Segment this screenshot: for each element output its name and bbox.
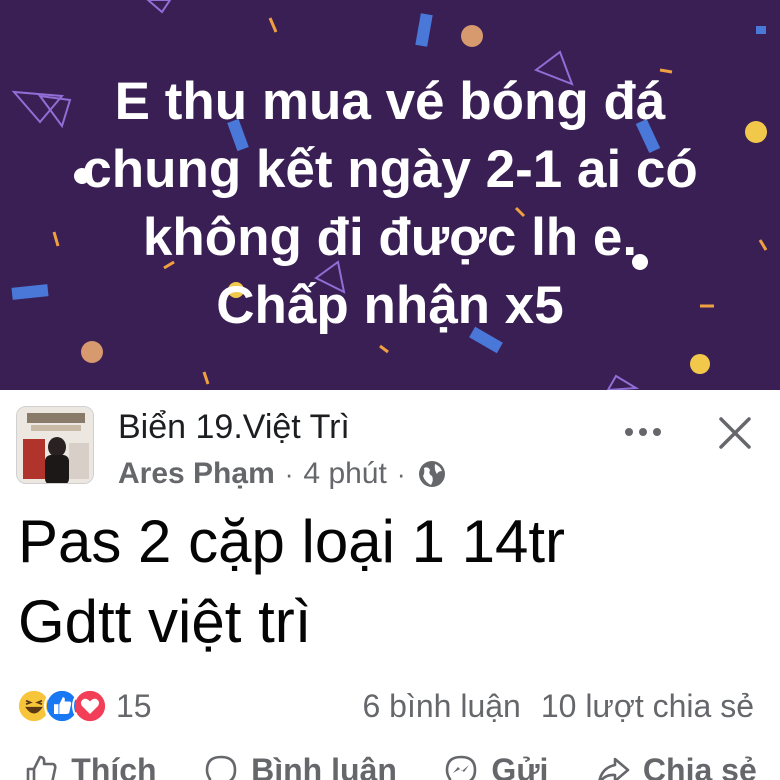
meta-separator: · xyxy=(396,458,406,489)
author-name[interactable]: Ares Phạm xyxy=(118,457,275,491)
post-text-line: Gdtt việt trì xyxy=(18,588,312,655)
like-label: Thích xyxy=(71,752,157,780)
share-icon xyxy=(598,757,630,780)
banner-line: Chấp nhận x5 xyxy=(216,276,564,335)
close-button[interactable] xyxy=(710,408,760,458)
send-button[interactable]: Gửi xyxy=(443,752,548,780)
share-button[interactable]: Chia sẻ xyxy=(595,752,757,780)
more-options-button[interactable] xyxy=(618,412,668,452)
comments-count[interactable]: 6 bình luận xyxy=(362,688,520,725)
background-post-banner: E thu mua vé bóng đá chung kết ngày 2-1 … xyxy=(0,0,780,390)
close-icon xyxy=(719,417,751,449)
comment-button[interactable]: Bình luận xyxy=(203,752,397,780)
love-icon xyxy=(72,688,108,724)
more-options-icon xyxy=(625,428,661,436)
comment-icon xyxy=(205,755,237,780)
post-text-line: Pas 2 cặp loại 1 14tr xyxy=(18,508,566,575)
share-label: Chia sẻ xyxy=(642,752,757,780)
banner-line: E thu mua vé bóng đá xyxy=(114,72,666,131)
post-meta: Ares Phạm · 4 phút · xyxy=(118,454,448,494)
globe-icon xyxy=(416,458,448,490)
messenger-icon xyxy=(446,755,477,780)
banner-text: E thu mua vé bóng đá chung kết ngày 2-1 … xyxy=(0,68,780,340)
reactions-summary[interactable]: 15 xyxy=(16,686,152,726)
banner-line: không đi được lh e. xyxy=(142,208,638,267)
post-actions-bar: Thích Bình luận Gửi Chia sẻ xyxy=(0,752,780,780)
meta-separator: · xyxy=(284,458,294,489)
banner-line: chung kết ngày 2-1 ai có xyxy=(82,140,698,199)
group-avatar[interactable] xyxy=(16,406,94,484)
comment-label: Bình luận xyxy=(251,752,397,780)
like-button[interactable]: Thích xyxy=(23,752,157,780)
reaction-count: 15 xyxy=(116,687,152,724)
group-name[interactable]: Biển 19.Việt Trì xyxy=(118,408,350,447)
thumbs-up-icon xyxy=(26,755,57,780)
post-time[interactable]: 4 phút xyxy=(303,457,386,491)
post-body: Pas 2 cặp loại 1 14tr Gdtt việt trì xyxy=(18,502,768,662)
shares-count[interactable]: 10 lượt chia sẻ xyxy=(541,688,754,725)
send-label: Gửi xyxy=(491,752,549,780)
engagement-stats: 6 bình luận 10 lượt chia sẻ xyxy=(362,686,754,726)
